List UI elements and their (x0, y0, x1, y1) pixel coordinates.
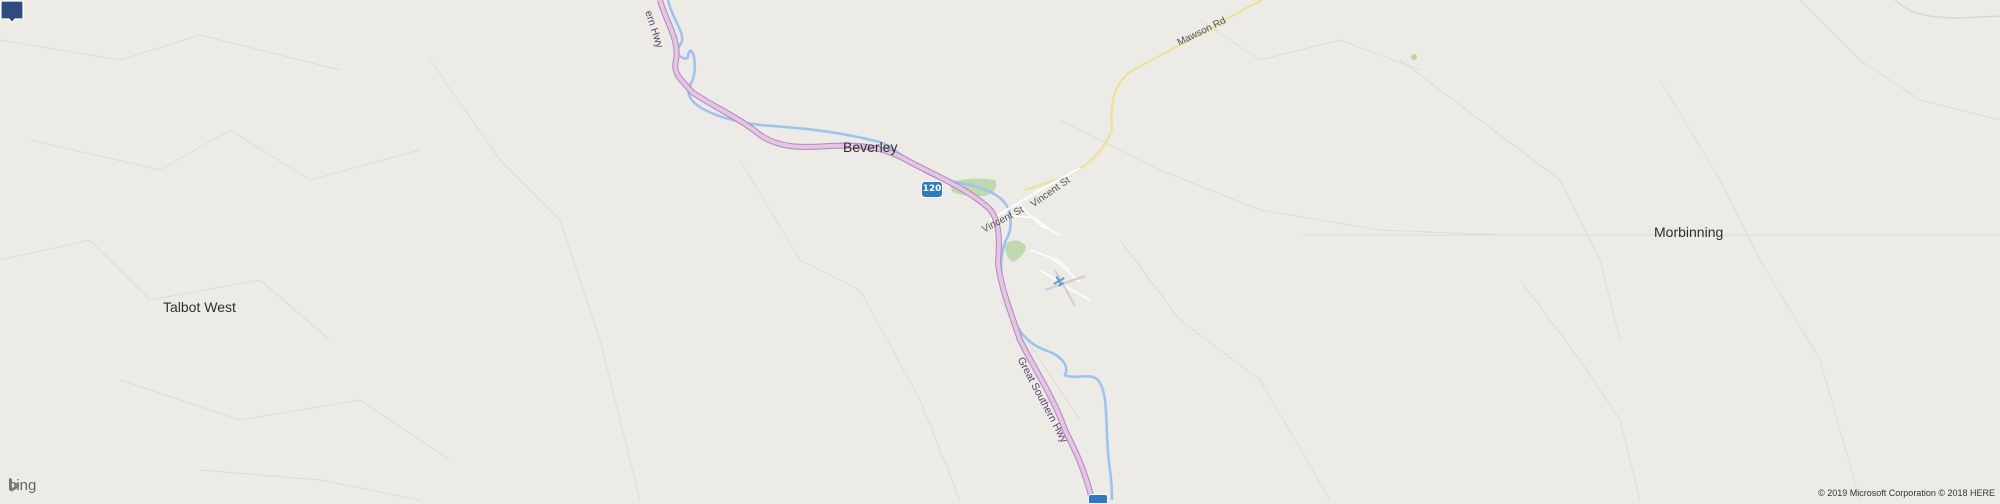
route-shield-partial[interactable] (1088, 494, 1108, 504)
road-top-right (1894, 0, 2000, 19)
route-shield-120[interactable]: 120 (921, 181, 943, 198)
place-talbot-west[interactable]: Talbot West (163, 299, 236, 315)
river (666, 0, 1114, 500)
location-pin-icon[interactable] (0, 0, 24, 23)
great-southern-hwy-line (657, 0, 1095, 500)
airport-runway (1044, 269, 1086, 307)
place-beverley[interactable]: Beverley (843, 139, 897, 155)
place-morbinning[interactable]: Morbinning (1654, 224, 1723, 240)
map-canvas[interactable]: Beverley Talbot West Morbinning ern Hwy … (0, 0, 2000, 504)
map-copyright: © 2019 Microsoft Corporation © 2018 HERE (1818, 488, 1995, 498)
bing-logo-icon (9, 478, 19, 492)
bing-logo[interactable]: bing (8, 477, 36, 494)
map-layer (0, 0, 2000, 500)
poi-dot (1411, 54, 1417, 60)
